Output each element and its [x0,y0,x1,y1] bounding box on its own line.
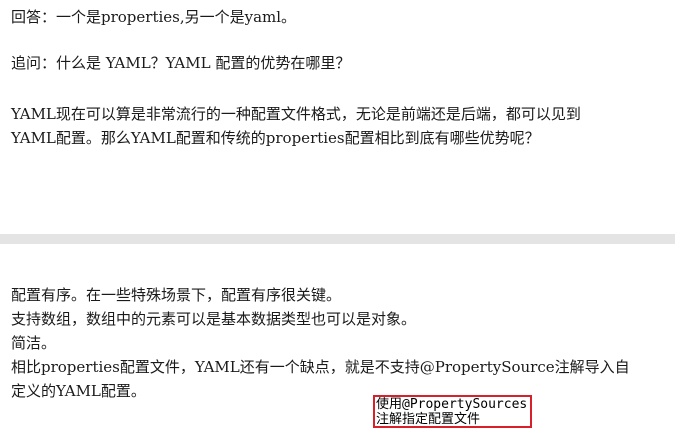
paragraph-line-2: YAML配置。那么YAML配置和传统的properties配置相比到底有哪些优势… [11,129,540,147]
annotation-line-2: 注解指定配置文件 [376,412,481,427]
advantage-array: 支持数组，数组中的元素可以是基本数据类型也可以是对象。 [11,310,417,328]
question-text: 追问：什么是 YAML？YAML 配置的优势在哪里？ [11,54,351,72]
disadvantage-line-1: 相比properties配置文件，YAML还有一个缺点，就是不支持@Proper… [11,358,630,376]
answer-text: 回答：一个是properties,另一个是yaml。 [11,8,297,26]
advantage-ordered: 配置有序。在一些特殊场景下，配置有序很关键。 [11,286,342,304]
disadvantage-line-2: 定义的YAML配置。 [11,382,146,400]
paragraph-line-1: YAML现在可以算是非常流行的一种配置文件格式，无论是前端还是后端，都可以见到 [11,105,581,123]
annotation-box: 使用@PropertySources 注解指定配置文件 [373,395,532,428]
advantage-concise: 简洁。 [11,334,57,352]
annotation-line-1: 使用@PropertySources [376,397,528,412]
section-divider [0,234,675,244]
